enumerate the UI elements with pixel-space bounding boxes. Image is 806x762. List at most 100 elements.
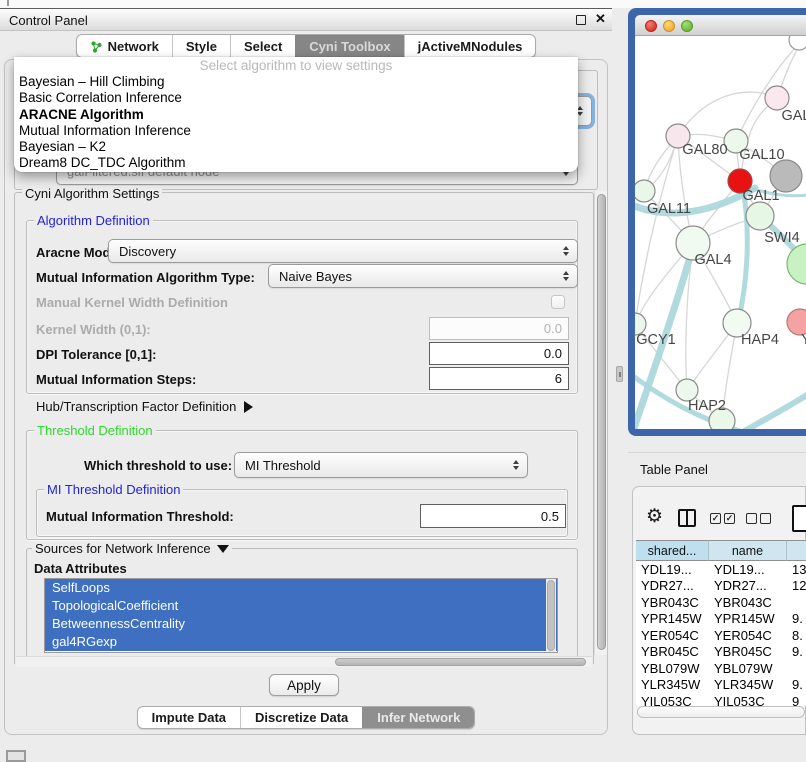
dropdown-item-mutual-information-inference[interactable]: Mutual Information Inference: [14, 123, 578, 139]
network-edge-thick[interactable]: [738, 188, 747, 323]
hub-definition-toggle[interactable]: Hub/Transcription Factor Definition: [36, 399, 253, 414]
sources-group-toggle[interactable]: Sources for Network Inference: [32, 541, 232, 556]
checked-box-icon[interactable]: ✓: [724, 513, 735, 524]
control-panel-titlebar: Control Panel ✕: [0, 8, 612, 31]
mi-threshold-field[interactable]: 0.5: [420, 504, 566, 528]
attribute-item-topologicalcoefficient[interactable]: TopologicalCoefficient: [45, 597, 557, 615]
column-header-2[interactable]: [787, 540, 806, 561]
dropdown-item-bayesian-k2[interactable]: Bayesian – K2: [14, 139, 578, 155]
attributes-scrollbar[interactable]: [546, 579, 556, 652]
node-label-gal4: GAL4: [694, 252, 731, 268]
gear-icon[interactable]: ⚙: [646, 505, 663, 528]
dropdown-item-bayesian-hill-climbing[interactable]: Bayesian – Hill Climbing: [14, 74, 578, 90]
attribute-item-betweennesscentrality[interactable]: BetweennessCentrality: [45, 615, 557, 633]
node-label-gal11: GAL11: [647, 201, 691, 217]
manual-kernel-width-checkbox[interactable]: [551, 295, 565, 309]
table-cell: YER054C: [709, 628, 787, 643]
tab-select[interactable]: Select: [230, 35, 295, 57]
settings-vertical-scrollbar-thumb[interactable]: [597, 194, 606, 650]
tab-label: Cyni Toolbox: [309, 39, 390, 54]
close-icon[interactable]: ✕: [595, 11, 606, 27]
network-window-titlebar[interactable]: [635, 15, 806, 36]
network-node-swi4[interactable]: [746, 202, 774, 230]
network-edge-thick[interactable]: [743, 393, 806, 429]
apply-button[interactable]: Apply: [269, 674, 339, 696]
aracne-mode-combobox[interactable]: Discovery: [108, 239, 578, 263]
panel-title: Control Panel: [9, 13, 88, 28]
table-cell: 9.: [787, 677, 806, 692]
algorithm-dropdown-list: Bayesian – Hill ClimbingBasic Correlatio…: [14, 74, 578, 172]
table-horizontal-scrollbar[interactable]: [637, 706, 805, 718]
unchecked-box-icon[interactable]: [760, 513, 771, 524]
bottom-tabs-box: Impute DataDiscretize DataInfer Network: [137, 706, 476, 729]
attribute-item-selfloops[interactable]: SelfLoops: [45, 579, 557, 597]
table-row[interactable]: YDR27...YDR27...12: [636, 578, 806, 595]
zoom-light-icon[interactable]: [681, 20, 693, 32]
network-canvas[interactable]: GALGAL80GAL10GAL1GAL11GAL4SWI4GCY1HAP4YH…: [635, 36, 806, 429]
column-header-shared-[interactable]: shared...: [636, 540, 709, 561]
table-body: YDL19...YDL19...13YDR27...YDR27...12YBR0…: [636, 561, 806, 706]
which-threshold-combobox[interactable]: MI Threshold: [234, 452, 528, 478]
dpi-tolerance-label: DPI Tolerance [0,1]:: [36, 347, 156, 362]
network-node[interactable]: [789, 36, 806, 50]
checked-box-icon[interactable]: ✓: [710, 513, 721, 524]
attribute-item-gal4rgexp[interactable]: gal4RGexp: [45, 633, 557, 651]
unchecked-box-icon[interactable]: [746, 513, 757, 524]
table-row[interactable]: YBR043CYBR043C: [636, 594, 806, 611]
table-row[interactable]: YDL19...YDL19...13: [636, 561, 806, 578]
settings-horizontal-scrollbar[interactable]: [16, 656, 592, 667]
table-row[interactable]: YLR345WYLR345W9.: [636, 677, 806, 694]
tab-cyni-toolbox[interactable]: Cyni Toolbox: [295, 35, 403, 57]
hub-definition-label: Hub/Transcription Factor Definition: [36, 399, 236, 414]
collapsed-panel-icon[interactable]: [6, 750, 26, 762]
tab-jactivemnodules[interactable]: jActiveMNodules: [404, 35, 536, 57]
attributes-scrollbar-thumb[interactable]: [547, 580, 555, 651]
tab-style[interactable]: Style: [172, 35, 230, 57]
float-icon[interactable]: [576, 15, 586, 25]
node-label-hap4: HAP4: [741, 332, 779, 348]
table-row[interactable]: YBL079WYBL079W: [636, 660, 806, 677]
dropdown-item-aracne-algorithm[interactable]: ARACNE Algorithm: [14, 107, 578, 123]
node-label-hap2: HAP2: [688, 398, 726, 414]
table-header-row: shared...name: [636, 540, 806, 561]
network-canvas-svg: GALGAL80GAL10GAL1GAL11GAL4SWI4GCY1HAP4YH…: [635, 36, 806, 429]
column-header-name[interactable]: name: [709, 540, 787, 561]
node-table: shared...name YDL19...YDL19...13YDR27...…: [636, 540, 806, 706]
dropdown-item-dream8-dc-tdc-algorithm[interactable]: Dream8 DC_TDC Algorithm: [14, 155, 578, 171]
mi-steps-field[interactable]: 6: [429, 367, 569, 390]
table-row[interactable]: YER054CYER054C8.: [636, 627, 806, 644]
file-icon[interactable]: [792, 505, 806, 532]
node-label-y: Y: [801, 332, 806, 348]
settings-horizontal-scrollbar-thumb[interactable]: [335, 658, 586, 666]
bottom-tab-infer-network[interactable]: Infer Network: [362, 707, 474, 728]
dpi-tolerance-field[interactable]: 0.0: [429, 342, 569, 365]
data-attributes-list[interactable]: SelfLoopsTopologicalCoefficientBetweenne…: [44, 578, 558, 653]
network-edge[interactable]: [678, 92, 777, 136]
threshold-definition-title: Threshold Definition: [34, 423, 156, 438]
table-cell: 12: [787, 578, 806, 593]
combo-arrows-icon: [508, 460, 523, 470]
table-cell: YBL079W: [636, 661, 709, 676]
settings-vertical-scrollbar[interactable]: [594, 191, 607, 655]
node-label-gal80: GAL80: [682, 142, 727, 158]
kernel-width-field[interactable]: 0.0: [429, 317, 569, 340]
tab-network[interactable]: Network: [77, 35, 172, 57]
panel-tabs-box: NetworkStyleSelect Cyni Toolbox jActiveMNo…: [76, 34, 537, 58]
panel-splitter-handle[interactable]: [616, 366, 623, 382]
network-node[interactable]: [787, 244, 806, 284]
bottom-tab-discretize-data[interactable]: Discretize Data: [240, 707, 362, 728]
minimize-light-icon[interactable]: [663, 20, 675, 32]
table-cell: YLR345W: [709, 677, 787, 692]
bottom-tab-impute-data[interactable]: Impute Data: [138, 707, 240, 728]
mi-algorithm-type-combobox[interactable]: Naive Bayes: [268, 264, 578, 288]
network-node-gal11[interactable]: [635, 180, 655, 202]
network-node-gal[interactable]: [765, 86, 789, 110]
mi-steps-label: Mutual Information Steps:: [36, 372, 196, 387]
collapse-down-icon: [217, 545, 229, 553]
dropdown-item-basic-correlation-inference[interactable]: Basic Correlation Inference: [14, 90, 578, 106]
table-row[interactable]: YIL053CYIL053C9: [636, 693, 806, 706]
close-light-icon[interactable]: [645, 20, 657, 32]
table-row[interactable]: YBR045CYBR045C9.: [636, 644, 806, 661]
split-columns-icon[interactable]: [678, 509, 696, 527]
table-row[interactable]: YPR145WYPR145W9.: [636, 611, 806, 628]
